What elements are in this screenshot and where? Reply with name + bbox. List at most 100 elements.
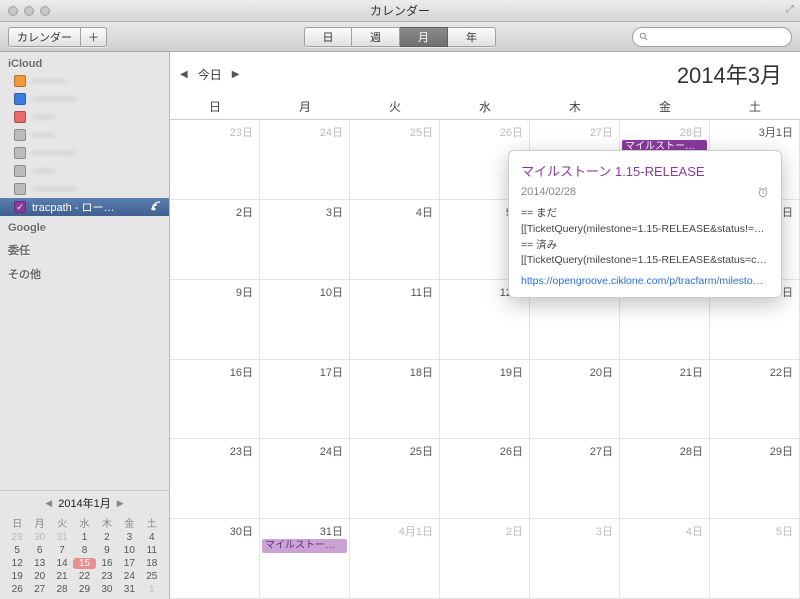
popover-title[interactable]: マイルストーン 1.15-RELEASE [521, 161, 769, 180]
mini-day[interactable]: 18 [141, 558, 163, 569]
mini-day[interactable]: 8 [73, 545, 95, 556]
calendar-checkbox[interactable]: ✓ [14, 201, 26, 213]
day-number: 11日 [411, 284, 433, 300]
sidebar-item[interactable]: —— [0, 108, 169, 126]
prev-month-icon[interactable]: ◀ [180, 69, 188, 80]
sidebar-item[interactable]: ——— [0, 72, 169, 90]
day-cell[interactable]: 19日 [440, 360, 530, 440]
calendar-checkbox[interactable] [14, 183, 26, 195]
mini-day[interactable]: 7 [51, 545, 73, 556]
calendar-checkbox[interactable] [14, 165, 26, 177]
mini-day[interactable]: 1 [73, 532, 95, 543]
view-day[interactable]: 日 [304, 27, 352, 47]
mini-day[interactable]: 17 [118, 558, 140, 569]
day-cell[interactable]: 2日 [440, 519, 530, 599]
mini-day[interactable]: 16 [96, 558, 118, 569]
day-cell[interactable]: 16日 [170, 360, 260, 440]
view-month[interactable]: 月 [400, 27, 448, 47]
mini-day[interactable]: 19 [6, 571, 28, 582]
day-cell[interactable]: 25日 [350, 120, 440, 200]
mini-day[interactable]: 31 [51, 532, 73, 543]
next-month-icon[interactable]: ▶ [232, 69, 240, 80]
day-cell[interactable]: 4日 [620, 519, 710, 599]
mini-day[interactable]: 2 [96, 532, 118, 543]
mini-day[interactable]: 12 [6, 558, 28, 569]
mini-calendar[interactable]: ◀ 2014年1月 ▶ 日月火水木金土293031123456789101112… [0, 490, 169, 599]
day-cell[interactable]: 23日 [170, 120, 260, 200]
calendar-checkbox[interactable] [14, 147, 26, 159]
day-cell[interactable]: 26日 [440, 439, 530, 519]
day-cell[interactable]: 3日 [530, 519, 620, 599]
day-cell[interactable]: 25日 [350, 439, 440, 519]
mini-day[interactable]: 23 [96, 571, 118, 582]
mini-day[interactable]: 27 [28, 584, 50, 595]
day-cell[interactable]: 10日 [260, 280, 350, 360]
sidebar-item[interactable]: ———— [0, 144, 169, 162]
mini-day[interactable]: 20 [28, 571, 50, 582]
day-cell[interactable]: 18日 [350, 360, 440, 440]
day-cell[interactable]: 5日 [710, 519, 800, 599]
calendar-checkbox[interactable] [14, 111, 26, 123]
mini-day[interactable]: 21 [51, 571, 73, 582]
day-cell[interactable]: 4月1日 [350, 519, 440, 599]
mini-prev-icon[interactable]: ◀ [45, 498, 52, 509]
mini-day[interactable]: 22 [73, 571, 95, 582]
calendar-checkbox[interactable] [14, 75, 26, 87]
mini-day[interactable]: 24 [118, 571, 140, 582]
day-cell[interactable]: 4日 [350, 200, 440, 280]
mini-day[interactable]: 14 [51, 558, 73, 569]
today-button[interactable]: 今日 [198, 66, 222, 83]
mini-day[interactable]: 29 [6, 532, 28, 543]
view-year[interactable]: 年 [448, 27, 496, 47]
view-week[interactable]: 週 [352, 27, 400, 47]
mini-day[interactable]: 5 [6, 545, 28, 556]
day-cell[interactable]: 30日 [170, 519, 260, 599]
calendar-checkbox[interactable] [14, 129, 26, 141]
day-cell[interactable]: 3日 [260, 200, 350, 280]
mini-day[interactable]: 13 [28, 558, 50, 569]
alarm-icon[interactable] [757, 186, 769, 198]
mini-day[interactable]: 9 [96, 545, 118, 556]
mini-day[interactable]: 30 [28, 532, 50, 543]
day-cell[interactable]: 29日 [710, 439, 800, 519]
mini-day[interactable]: 28 [51, 584, 73, 595]
day-cell[interactable]: 24日 [260, 439, 350, 519]
calendars-button[interactable]: カレンダー [8, 27, 81, 47]
mini-day[interactable]: 10 [118, 545, 140, 556]
day-cell[interactable]: 21日 [620, 360, 710, 440]
event-chip[interactable]: マイルストー… [262, 539, 347, 553]
mini-day[interactable]: 11 [141, 545, 163, 556]
sidebar-item[interactable]: ✓tracpath - ロー… [0, 198, 169, 216]
mini-day[interactable]: 30 [96, 584, 118, 595]
day-cell[interactable]: 27日 [530, 439, 620, 519]
mini-day[interactable]: 1 [141, 584, 163, 595]
search-input[interactable] [632, 27, 792, 47]
day-cell[interactable]: 28日 [620, 439, 710, 519]
mini-day[interactable]: 15 [73, 558, 95, 569]
day-cell[interactable]: 24日 [260, 120, 350, 200]
day-cell[interactable]: 2日 [170, 200, 260, 280]
day-cell[interactable]: 11日 [350, 280, 440, 360]
day-cell[interactable]: 31日マイルストー… [260, 519, 350, 599]
mini-day[interactable]: 6 [28, 545, 50, 556]
day-cell[interactable]: 22日 [710, 360, 800, 440]
popover-link[interactable]: https://opengroove.ciklone.com/p/tracfar… [521, 275, 769, 287]
mini-day[interactable]: 29 [73, 584, 95, 595]
mini-next-icon[interactable]: ▶ [117, 498, 124, 509]
sidebar-item[interactable]: ———— [0, 180, 169, 198]
mini-day[interactable]: 31 [118, 584, 140, 595]
sidebar-item[interactable]: ———— [0, 90, 169, 108]
sidebar-item[interactable]: —— [0, 162, 169, 180]
calendar-checkbox[interactable] [14, 93, 26, 105]
mini-day[interactable]: 3 [118, 532, 140, 543]
day-cell[interactable]: 9日 [170, 280, 260, 360]
day-cell[interactable]: 17日 [260, 360, 350, 440]
mini-day[interactable]: 25 [141, 571, 163, 582]
day-cell[interactable]: 20日 [530, 360, 620, 440]
sidebar-item[interactable]: —— [0, 126, 169, 144]
fullscreen-icon[interactable]: ⤢ [786, 4, 794, 15]
add-button[interactable]: ＋ [81, 27, 107, 47]
mini-day[interactable]: 4 [141, 532, 163, 543]
mini-day[interactable]: 26 [6, 584, 28, 595]
day-cell[interactable]: 23日 [170, 439, 260, 519]
